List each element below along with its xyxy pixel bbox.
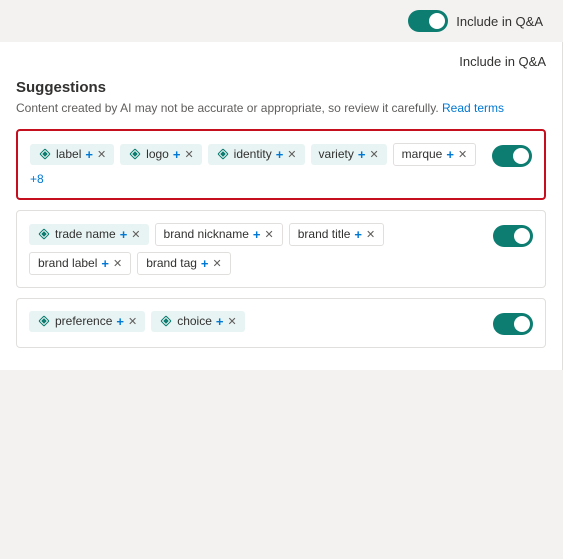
tag-x[interactable]: ✕ bbox=[458, 148, 467, 161]
tag-plus[interactable]: + bbox=[101, 256, 109, 271]
tag-text: preference bbox=[55, 314, 112, 328]
tag-text: brand title bbox=[298, 227, 351, 241]
tag-plus[interactable]: + bbox=[253, 227, 261, 242]
tag-brand-nickname: brand nickname + ✕ bbox=[155, 223, 283, 246]
tag-x[interactable]: ✕ bbox=[366, 228, 375, 241]
tag-text: logo bbox=[146, 147, 169, 161]
tag-plus[interactable]: + bbox=[446, 147, 454, 162]
tag-plus[interactable]: + bbox=[120, 227, 128, 242]
tag-text: trade name bbox=[55, 227, 116, 241]
diamond-icon-2 bbox=[128, 147, 142, 161]
tag-plus[interactable]: + bbox=[276, 147, 284, 162]
tag-x[interactable]: ✕ bbox=[265, 228, 274, 241]
tag-text: identity bbox=[234, 147, 272, 161]
tag-text: choice bbox=[177, 314, 212, 328]
tag-x[interactable]: ✕ bbox=[97, 148, 106, 161]
tag-x[interactable]: ✕ bbox=[131, 228, 140, 241]
tag-plus[interactable]: + bbox=[85, 147, 93, 162]
read-terms-link[interactable]: Read terms bbox=[442, 101, 504, 115]
tag-plus[interactable]: + bbox=[201, 256, 209, 271]
tag-x[interactable]: ✕ bbox=[213, 257, 222, 270]
diamond-icon-6 bbox=[159, 314, 173, 328]
tag-text: brand label bbox=[38, 256, 97, 270]
tag-choice: choice + ✕ bbox=[151, 311, 245, 332]
diamond-icon-4 bbox=[37, 227, 51, 241]
card-1-tags: label + ✕ logo + ✕ identity + ✕ bbox=[30, 143, 482, 186]
suggestions-subtext-text: Content created by AI may not be accurat… bbox=[16, 101, 439, 115]
tag-marque: marque + ✕ bbox=[393, 143, 477, 166]
tag-label: label + ✕ bbox=[30, 144, 114, 165]
tag-brand-label: brand label + ✕ bbox=[29, 252, 131, 275]
main-content: Include in Q&A Suggestions Content creat… bbox=[0, 42, 563, 370]
tag-text: marque bbox=[402, 147, 443, 161]
diamond-icon bbox=[38, 147, 52, 161]
card-2: trade name + ✕ brand nickname + ✕ brand … bbox=[16, 210, 546, 288]
diamond-icon-3 bbox=[216, 147, 230, 161]
tag-plus[interactable]: + bbox=[354, 227, 362, 242]
card-2-tags: trade name + ✕ brand nickname + ✕ brand … bbox=[29, 223, 483, 275]
more-badge[interactable]: +8 bbox=[30, 172, 44, 186]
tag-plus[interactable]: + bbox=[116, 314, 124, 329]
suggestions-subtext: Content created by AI may not be accurat… bbox=[16, 100, 546, 117]
tag-x[interactable]: ✕ bbox=[113, 257, 122, 270]
tag-plus[interactable]: + bbox=[216, 314, 224, 329]
tag-identity: identity + ✕ bbox=[208, 144, 305, 165]
card-1-toggle[interactable] bbox=[492, 145, 532, 167]
tag-x[interactable]: ✕ bbox=[227, 315, 236, 328]
tag-text: brand nickname bbox=[164, 227, 249, 241]
tag-trade-name: trade name + ✕ bbox=[29, 224, 149, 245]
card-2-toggle[interactable] bbox=[493, 225, 533, 247]
top-toggle-label: Include in Q&A bbox=[456, 14, 543, 29]
top-bar: Include in Q&A bbox=[0, 0, 563, 42]
card-3-tags: preference + ✕ choice + ✕ bbox=[29, 311, 483, 332]
card-1: label + ✕ logo + ✕ identity + ✕ bbox=[16, 129, 546, 200]
tag-logo: logo + ✕ bbox=[120, 144, 202, 165]
tag-plus[interactable]: + bbox=[173, 147, 181, 162]
qna-header-row: Include in Q&A bbox=[16, 54, 546, 69]
tag-brand-tag: brand tag + ✕ bbox=[137, 252, 231, 275]
suggestions-header: Suggestions bbox=[16, 79, 546, 96]
tag-text: label bbox=[56, 147, 81, 161]
tag-brand-title: brand title + ✕ bbox=[289, 223, 385, 246]
tag-text: brand tag bbox=[146, 256, 197, 270]
tag-plus[interactable]: + bbox=[358, 147, 366, 162]
tag-x[interactable]: ✕ bbox=[128, 315, 137, 328]
card-3: preference + ✕ choice + ✕ bbox=[16, 298, 546, 348]
tag-x[interactable]: ✕ bbox=[184, 148, 193, 161]
tag-x[interactable]: ✕ bbox=[287, 148, 296, 161]
qna-column-label: Include in Q&A bbox=[459, 54, 546, 69]
diamond-icon-5 bbox=[37, 314, 51, 328]
tag-variety: variety + ✕ bbox=[311, 144, 387, 165]
tag-preference: preference + ✕ bbox=[29, 311, 145, 332]
top-toggle[interactable] bbox=[408, 10, 448, 32]
tag-x[interactable]: ✕ bbox=[369, 148, 378, 161]
tag-text: variety bbox=[319, 147, 354, 161]
card-3-toggle[interactable] bbox=[493, 313, 533, 335]
